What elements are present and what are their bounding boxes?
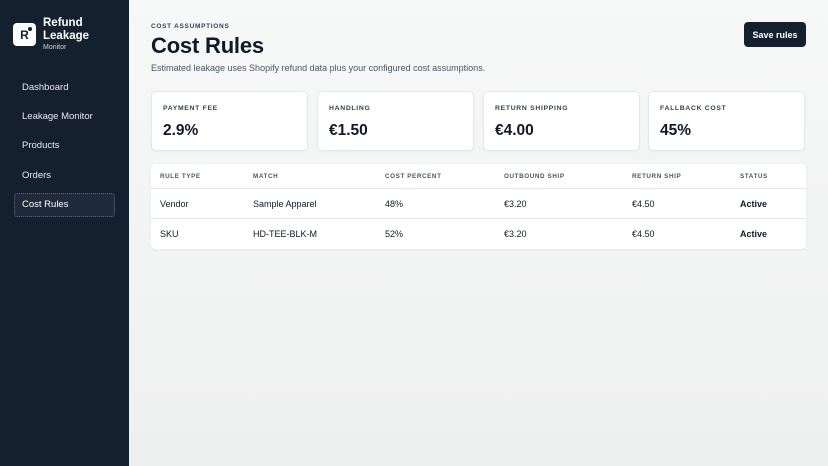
cell-outbound-ship: €3.20 — [504, 228, 527, 239]
cell-rule-type: SKU — [160, 228, 179, 239]
cell-cost-percent: 48% — [385, 199, 404, 209]
app-title: Refund Leakage — [43, 17, 90, 42]
page-eyebrow: COST ASSUMPTIONS — [151, 23, 230, 30]
save-rules-button[interactable]: Save rules — [744, 22, 806, 47]
column-header-rule-type[interactable]: RULE TYPE — [160, 173, 201, 180]
cell-match: HD-TEE-BLK-M — [253, 228, 318, 239]
status-badge: Active — [740, 228, 768, 239]
sidebar-item-leakage-monitor[interactable]: Leakage Monitor — [14, 104, 115, 128]
sidebar-item-cost-rules[interactable]: Cost Rules — [14, 192, 115, 217]
card-value: €1.50 — [329, 122, 368, 139]
app-subtitle: Monitor — [43, 44, 67, 51]
page-title: Cost Rules — [151, 33, 264, 58]
main-content: COST ASSUMPTIONS Cost Rules Estimated le… — [129, 0, 828, 466]
cell-return-ship: €4.50 — [632, 228, 655, 239]
brand-text: Refund Leakage Monitor — [43, 17, 103, 51]
sidebar: R Refund Leakage Monitor Dashboard Leaka… — [0, 0, 129, 466]
table-row[interactable]: Vendor Sample Apparel 48% €3.20 €4.50 Ac… — [151, 189, 806, 219]
cost-rules-table: RULE TYPE MATCH COST PERCENT OUTBOUND SH… — [151, 164, 806, 249]
card-label: PAYMENT FEE — [163, 105, 218, 112]
sidebar-item-dashboard[interactable]: Dashboard — [14, 75, 115, 99]
cell-return-ship: €4.50 — [632, 199, 655, 209]
logo-dot — [28, 27, 32, 31]
page-subtitle: Estimated leakage uses Shopify refund da… — [151, 63, 486, 73]
cell-cost-percent: 52% — [385, 228, 404, 239]
card-value: 45% — [660, 122, 692, 139]
fallback-cost-card: FALLBACK COST 45% — [648, 91, 805, 151]
sidebar-item-products[interactable]: Products — [14, 134, 115, 158]
table-row[interactable]: SKU HD-TEE-BLK-M 52% €3.20 €4.50 Active — [151, 219, 806, 249]
cell-rule-type: Vendor — [160, 199, 189, 209]
card-label: HANDLING — [329, 105, 371, 112]
column-header-match[interactable]: MATCH — [253, 173, 278, 180]
table-header: RULE TYPE MATCH COST PERCENT OUTBOUND SH… — [151, 164, 806, 189]
column-header-cost-percent[interactable]: COST PERCENT — [385, 173, 442, 180]
payment-fee-card: PAYMENT FEE 2.9% — [151, 91, 308, 151]
card-label: FALLBACK COST — [660, 105, 727, 112]
brand[interactable]: R Refund Leakage Monitor — [13, 17, 103, 51]
column-header-outbound-ship[interactable]: OUTBOUND SHIP — [504, 173, 565, 180]
status-badge: Active — [740, 199, 768, 209]
return-shipping-card: RETURN SHIPPING €4.00 — [483, 91, 640, 151]
cell-match: Sample Apparel — [253, 199, 317, 209]
card-value: €4.00 — [495, 122, 534, 139]
card-label: RETURN SHIPPING — [495, 105, 569, 112]
cell-outbound-ship: €3.20 — [504, 199, 527, 209]
column-header-return-ship[interactable]: RETURN SHIP — [632, 173, 681, 180]
column-header-status[interactable]: STATUS — [740, 173, 768, 180]
handling-card: HANDLING €1.50 — [317, 91, 474, 151]
card-value: 2.9% — [163, 122, 199, 139]
sidebar-item-orders[interactable]: Orders — [14, 163, 115, 187]
sidebar-nav: Dashboard Leakage Monitor Products Order… — [14, 75, 115, 222]
app-logo-icon: R — [13, 23, 36, 46]
